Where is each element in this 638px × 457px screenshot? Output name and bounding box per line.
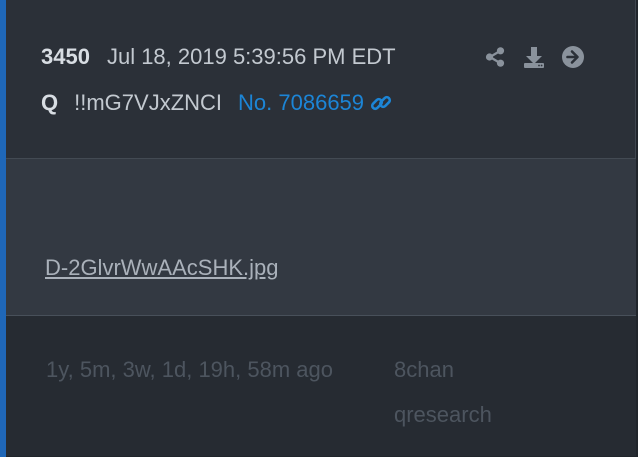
post-actions: [482, 42, 586, 72]
post-number: 3450: [41, 44, 90, 69]
post-timestamp: Jul 18, 2019 5:39:56 PM EDT: [106, 44, 396, 69]
share-icon[interactable]: [482, 44, 508, 70]
download-icon[interactable]: [521, 44, 547, 70]
post-footer: 1y, 5m, 3w, 1d, 19h, 58m ago 8chan qrese…: [6, 316, 636, 456]
post-header: 3450 Jul 18, 2019 5:39:56 PM EDT Q !!mG7…: [6, 0, 636, 159]
author-tripcode: !!mG7VJxZNCI: [74, 90, 223, 115]
post-card: 3450 Jul 18, 2019 5:39:56 PM EDT Q !!mG7…: [0, 0, 636, 457]
post-number-link[interactable]: No. 7086659: [238, 90, 392, 116]
post-meta-row: 3450 Jul 18, 2019 5:39:56 PM EDT: [41, 42, 396, 72]
source-board: 8chan qresearch: [394, 357, 492, 427]
post-body: D-2GlvrWwAAcSHK.jpg: [6, 159, 636, 316]
link-icon: [370, 92, 392, 114]
attachment-link[interactable]: D-2GlvrWwAAcSHK.jpg: [45, 255, 278, 281]
author-row: Q !!mG7VJxZNCI No. 7086659: [41, 88, 392, 118]
post-number-link-label: No. 7086659: [238, 90, 365, 115]
author-name: Q: [41, 90, 59, 115]
relative-time: 1y, 5m, 3w, 1d, 19h, 58m ago: [46, 357, 333, 382]
arrow-circle-right-icon[interactable]: [560, 44, 586, 70]
